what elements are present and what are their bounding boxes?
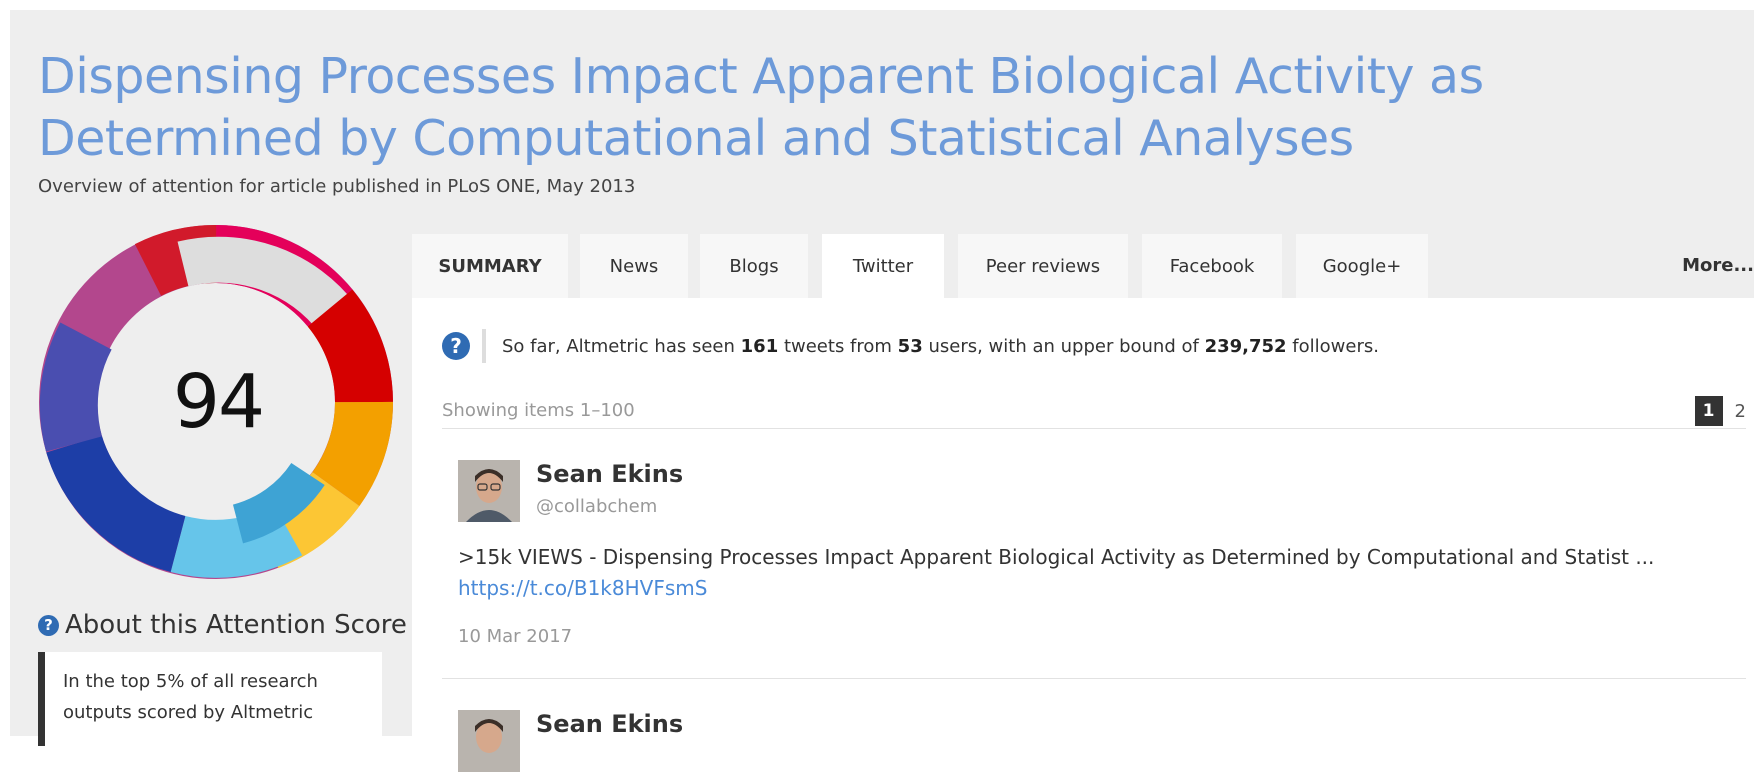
person-avatar-icon [458, 460, 520, 522]
tweet-count: 161 [740, 335, 779, 357]
tweet-item: Sean Ekins @collabchem >15k VIEWS - Disp… [458, 460, 1746, 647]
twitter-summary: ? So far, Altmetric has seen 161 tweets … [442, 328, 1379, 364]
page-2-link[interactable]: 2 [1735, 401, 1746, 422]
donut-segment-orange [312, 401, 394, 506]
about-score-box: In the top 5% of all research outputs sc… [38, 652, 382, 746]
tab-news[interactable]: News [580, 234, 688, 298]
author-name[interactable]: Sean Ekins [536, 460, 683, 488]
donut-segment-grey [177, 236, 357, 334]
avatar[interactable] [458, 710, 520, 772]
tweets-suffix: tweets from [783, 335, 892, 357]
author-handle[interactable]: @collabchem [536, 496, 657, 517]
tab-twitter[interactable]: Twitter [822, 234, 944, 298]
donut-segment-indigo [39, 322, 113, 452]
tweet-item: Sean Ekins [458, 710, 1746, 772]
article-subtitle: Overview of attention for article publis… [38, 176, 636, 197]
tab-blogs[interactable]: Blogs [700, 234, 808, 298]
tab-facebook[interactable]: Facebook [1142, 234, 1282, 298]
twitter-panel: ? So far, Altmetric has seen 161 tweets … [412, 298, 1754, 772]
attention-score: 94 [172, 359, 265, 445]
about-score-title: About this Attention Score [65, 610, 407, 640]
page: Dispensing Processes Impact Apparent Bio… [10, 10, 1754, 772]
user-count: 53 [897, 335, 923, 357]
summary-prefix: So far, Altmetric has seen [502, 335, 735, 357]
tab-peer-reviews[interactable]: Peer reviews [958, 234, 1128, 298]
follower-count: 239,752 [1204, 335, 1287, 357]
tab-summary[interactable]: SUMMARY [412, 234, 568, 298]
donut-segment-lightblue [170, 504, 303, 578]
users-suffix: users, with an upper bound of [928, 335, 1199, 357]
avatar[interactable] [458, 460, 520, 522]
help-icon[interactable]: ? [442, 332, 470, 360]
more-tabs-link[interactable]: More... [1682, 234, 1754, 298]
tab-bar: SUMMARY News Blogs Twitter Peer reviews … [412, 234, 1754, 298]
page-1-button[interactable]: 1 [1694, 396, 1723, 426]
followers-suffix: followers. [1292, 335, 1379, 357]
summary-divider [482, 329, 486, 363]
tweet-date: 10 Mar 2017 [458, 626, 573, 647]
pagination: 1 2 [1694, 396, 1746, 426]
tweet-text: >15k VIEWS - Dispensing Processes Impact… [458, 542, 1728, 604]
about-score-heading[interactable]: ? About this Attention Score [38, 610, 407, 640]
author-name[interactable]: Sean Ekins [536, 710, 683, 738]
tab-google-plus[interactable]: Google+ [1296, 234, 1428, 298]
tweet-link[interactable]: https://t.co/B1k8HVFsmS [458, 576, 707, 600]
donut-segment-darkred [307, 289, 393, 403]
question-icon[interactable]: ? [38, 614, 59, 636]
tweet-body: >15k VIEWS - Dispensing Processes Impact… [458, 545, 1655, 569]
showing-items: Showing items 1–100 [442, 400, 635, 421]
article-title: Dispensing Processes Impact Apparent Bio… [38, 48, 1484, 167]
person-avatar-icon [458, 710, 520, 772]
tweet-divider [442, 678, 1746, 679]
list-divider [442, 428, 1746, 429]
